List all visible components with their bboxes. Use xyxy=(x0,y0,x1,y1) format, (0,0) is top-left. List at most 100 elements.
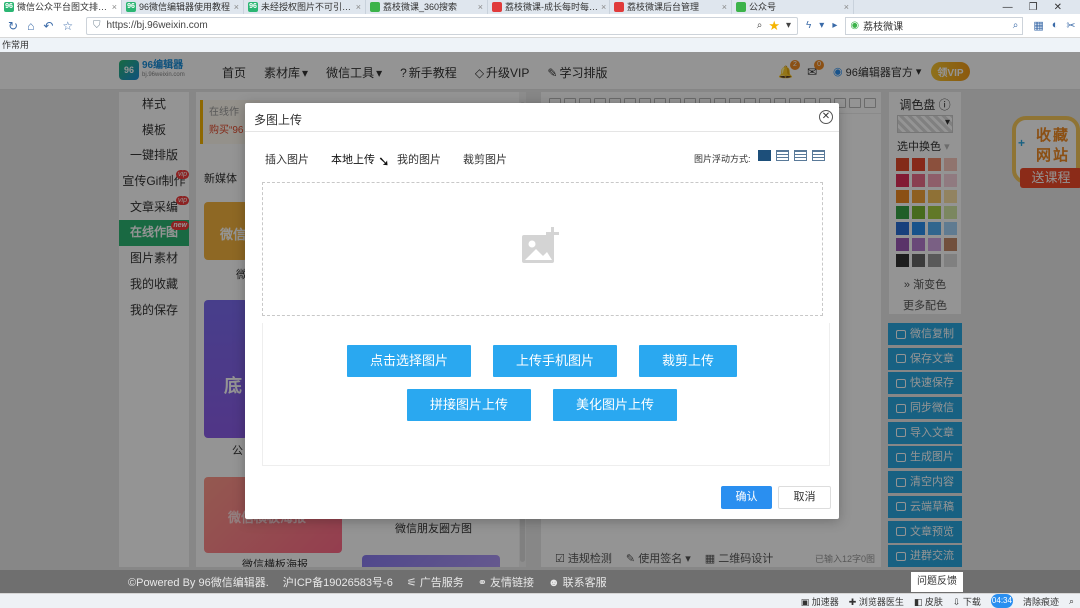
image-placeholder-icon xyxy=(522,227,559,263)
favorites-bar: 作常用 xyxy=(0,38,1080,52)
skin-label: 皮肤 xyxy=(924,596,943,607)
search-icon[interactable]: ⌕ xyxy=(757,20,763,31)
beautify-upload-button[interactable]: 美化图片上传 xyxy=(553,389,677,421)
mouse-cursor-icon: ➘ xyxy=(378,153,390,169)
upload-tab[interactable]: 插入图片 xyxy=(265,151,309,167)
shield-icon: ⛉ xyxy=(93,20,101,31)
address-url[interactable]: https://bj.96weixin.com xyxy=(107,20,751,31)
accelerator-label: 加速器 xyxy=(811,596,839,607)
download-button[interactable]: ⇩ 下载 xyxy=(953,595,981,608)
copyright: ©Powered By 96微信编辑器. xyxy=(128,576,269,589)
friend-links[interactable]: ⚭ 友情链接 xyxy=(478,574,534,590)
close-window-icon[interactable]: ✕ xyxy=(1054,2,1062,13)
contact-support-label: 联系客服 xyxy=(562,576,607,589)
float-right-icon[interactable] xyxy=(794,150,807,161)
skin-button[interactable]: ◧ 皮肤 xyxy=(914,595,943,608)
tab-favicon-icon: 96 xyxy=(126,2,136,12)
bookmark-star-icon[interactable]: ★ xyxy=(768,18,780,34)
ad-service-label: 广告服务 xyxy=(419,576,464,589)
tab-favicon-icon xyxy=(492,2,502,12)
browser-tab[interactable]: 96 96微信编辑器使用教程 × xyxy=(122,0,244,14)
browser-tab-label: 微信公众平台图文排… xyxy=(17,2,108,12)
float-left-icon[interactable] xyxy=(776,150,789,161)
close-icon[interactable]: ✕ xyxy=(819,110,833,124)
browser-tab-label: 公众号 xyxy=(749,2,777,12)
browser-tab-label: 荔枝微课-成长每时每… xyxy=(505,2,598,12)
feedback-button[interactable]: 问题反馈 xyxy=(911,572,963,592)
browser-tab[interactable]: 荔枝微课后台管理 × xyxy=(610,0,732,14)
crop-upload-button[interactable]: 裁剪上传 xyxy=(639,345,737,377)
minimize-icon[interactable]: — xyxy=(1003,2,1013,13)
tab-close-icon[interactable]: × xyxy=(722,0,727,14)
browser-tab-strip: 96 微信公众平台图文排… × 96 96微信编辑器使用教程 × 96 未经授权图片不可引… ×… xyxy=(0,0,1080,14)
tab-favicon-icon: 96 xyxy=(4,2,14,12)
upload-from-phone-button[interactable]: 上传手机图片 xyxy=(493,345,617,377)
browser-tools: ϟ ▾ ▸ xyxy=(798,20,837,31)
stitch-upload-button[interactable]: 拼接图片上传 xyxy=(407,389,531,421)
browser-tab-label: 荔枝微课_360搜索 xyxy=(383,2,458,12)
multi-image-upload-dialog: 多图上传 ✕ 插入图片 本地上传 我的图片 裁剪图片 图片浮动方式: 点击选择图片 上… xyxy=(245,103,839,519)
translate-icon[interactable]: ◐ xyxy=(1052,19,1059,32)
tab-close-icon[interactable]: × xyxy=(112,0,117,14)
dialog-title: 多图上传 xyxy=(254,113,303,127)
address-bar[interactable]: ⛉ https://bj.96weixin.com ⌕ ★ ▾ xyxy=(86,16,798,35)
tab-close-icon[interactable]: × xyxy=(356,0,361,14)
chevron-down-icon[interactable]: ▾ xyxy=(819,20,824,31)
refresh-icon[interactable]: ↻ xyxy=(8,19,18,33)
contact-support[interactable]: ☻ 联系客服 xyxy=(548,574,607,590)
lightning-icon[interactable]: ϟ xyxy=(806,20,811,31)
icp-record[interactable]: 沪ICP备19026583号-6 xyxy=(283,574,393,590)
float-mode-options xyxy=(758,150,825,161)
browser-search-box[interactable]: ◉ 荔枝微课 ⌕ xyxy=(845,16,1024,35)
accelerator-button[interactable]: ▣ 加速器 xyxy=(801,595,839,608)
browser-doctor-button[interactable]: ✚ 浏览器医生 xyxy=(849,595,904,608)
window-controls: — ❐ ✕ xyxy=(1003,0,1080,14)
tab-close-icon[interactable]: × xyxy=(844,0,849,14)
browser-tab-label: 未经授权图片不可引… xyxy=(261,2,352,12)
scissors-icon[interactable]: ✂ xyxy=(1066,19,1075,32)
browser-status-bar: ▣ 加速器 ✚ 浏览器医生 ◧ 皮肤 ⇩ 下载 04:34 清除痕迹 ⌕ xyxy=(0,593,1080,608)
upload-tab[interactable]: 本地上传 xyxy=(331,151,375,167)
select-image-button[interactable]: 点击选择图片 xyxy=(347,345,471,377)
tab-close-icon[interactable]: × xyxy=(601,0,606,14)
zoom-icon[interactable]: ⌕ xyxy=(1069,596,1074,607)
download-label: 下载 xyxy=(962,596,981,607)
browser-tab[interactable]: 荔枝微课_360搜索 × xyxy=(366,0,488,14)
image-dropzone[interactable] xyxy=(262,182,823,316)
clock-badge: 04:34 xyxy=(990,594,1013,608)
home-icon[interactable]: ⌂ xyxy=(27,19,34,33)
confirm-button[interactable]: 确认 xyxy=(721,486,772,509)
friend-links-label: 友情链接 xyxy=(490,576,535,589)
dialog-divider xyxy=(245,131,839,132)
back-icon[interactable]: ↶ xyxy=(43,19,53,33)
favorites-item[interactable]: 作常用 xyxy=(2,40,29,50)
tab-close-icon[interactable]: × xyxy=(478,0,483,14)
play-icon[interactable]: ▸ xyxy=(832,20,837,31)
apps-icon[interactable]: ▦ xyxy=(1033,19,1043,32)
browser-tab[interactable]: 96 微信公众平台图文排… × xyxy=(0,0,122,14)
restore-icon[interactable]: ❐ xyxy=(1029,2,1038,13)
float-none-icon[interactable] xyxy=(758,150,771,161)
tab-favicon-icon xyxy=(370,2,380,12)
browser-tab[interactable]: 公众号 × xyxy=(732,0,854,14)
browser-tab-label: 96微信编辑器使用教程 xyxy=(139,2,231,12)
browser-tab-label: 荔枝微课后台管理 xyxy=(627,2,700,12)
browser-tab[interactable]: 荔枝微课-成长每时每… × xyxy=(488,0,610,14)
browser-tab[interactable]: 96 未经授权图片不可引… × xyxy=(244,0,366,14)
search-text[interactable]: 荔枝微课 xyxy=(863,18,903,33)
clear-traces-button[interactable]: 清除痕迹 xyxy=(1023,595,1059,608)
cancel-button[interactable]: 取消 xyxy=(778,486,831,509)
search-icon[interactable]: ⌕ xyxy=(1013,20,1019,31)
ad-service-link[interactable]: ⚟ 广告服务 xyxy=(407,574,464,590)
upload-tab[interactable]: 我的图片 xyxy=(397,151,441,167)
tab-favicon-icon: 96 xyxy=(248,2,258,12)
favorite-star-icon[interactable]: ☆ xyxy=(62,19,73,33)
tab-close-icon[interactable]: × xyxy=(234,0,239,14)
upload-tab[interactable]: 裁剪图片 xyxy=(463,151,507,167)
dropdown-icon[interactable]: ▾ xyxy=(786,20,791,31)
browser-extensions: ▦ ◐ ✂ xyxy=(1023,19,1075,32)
browser-navbar: ↻ ⌂ ↶ ☆ ⛉ https://bj.96weixin.com ⌕ ★ ▾ … xyxy=(0,14,1080,38)
tab-favicon-icon xyxy=(614,2,624,12)
search-engine-icon: ◉ xyxy=(850,20,860,31)
float-center-icon[interactable] xyxy=(812,150,825,161)
